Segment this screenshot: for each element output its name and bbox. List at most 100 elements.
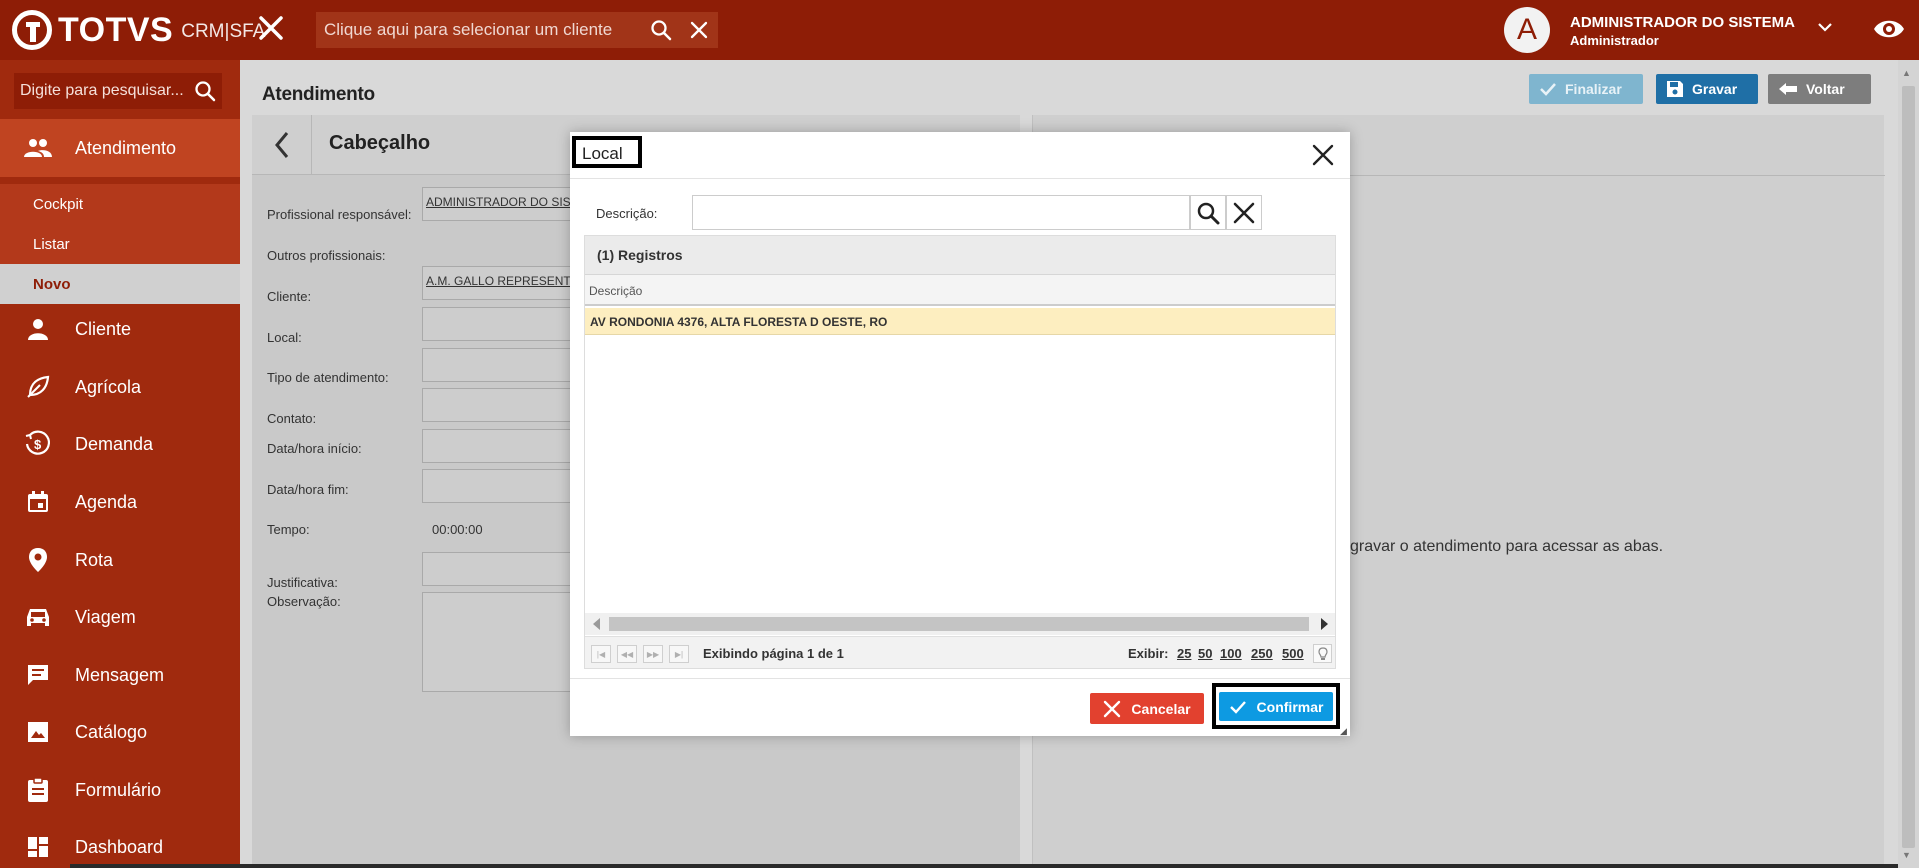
- label-observacao: Observação:: [267, 594, 341, 609]
- lightbulb-icon[interactable]: [1313, 644, 1332, 663]
- user-avatar[interactable]: A: [1504, 7, 1550, 53]
- field-data-inicio[interactable]: [422, 429, 582, 463]
- voltar-label: Voltar: [1806, 81, 1845, 97]
- sidebar-item-rota[interactable]: Rota: [0, 531, 240, 589]
- sidebar-item-label: Atendimento: [75, 137, 177, 158]
- close-icon[interactable]: [1312, 144, 1334, 171]
- car-icon: [24, 606, 52, 628]
- sidebar-item-atendimento[interactable]: Atendimento: [0, 119, 240, 177]
- sidebar-item-mensagem[interactable]: Mensagem: [0, 646, 240, 704]
- column-header-descricao[interactable]: Descrição: [585, 275, 1335, 306]
- dashboard-icon: [24, 835, 52, 859]
- label-data-inicio: Data/hora início:: [267, 441, 362, 456]
- grid-horizontal-scrollbar[interactable]: [585, 613, 1335, 635]
- scroll-up-icon[interactable]: ▲: [1902, 68, 1911, 78]
- page-scrollbar-thumb[interactable]: [1902, 86, 1915, 848]
- sidebar-item-label: Catálogo: [75, 721, 148, 742]
- search-icon[interactable]: [188, 80, 222, 102]
- modal-title: Local: [572, 136, 642, 168]
- back-chevron-icon[interactable]: [252, 115, 312, 175]
- sidebar-item-dashboard[interactable]: Dashboard: [0, 818, 240, 868]
- page-title: Atendimento: [262, 84, 375, 105]
- finalizar-label: Finalizar: [1565, 81, 1622, 97]
- field-data-fim[interactable]: [422, 469, 582, 503]
- pager: |◀ ◀◀ ▶▶ ▶| Exibindo página 1 de 1 Exibi…: [585, 636, 1335, 668]
- first-page-icon[interactable]: |◀: [591, 645, 611, 663]
- last-page-icon[interactable]: ▶|: [669, 645, 689, 663]
- resize-grip-icon[interactable]: ◢: [1340, 726, 1347, 737]
- close-client-icon[interactable]: [258, 14, 284, 44]
- save-first-message: gravar o atendimento para acessar as aba…: [1350, 538, 1664, 555]
- confirm-button[interactable]: Confirmar: [1219, 692, 1333, 721]
- search-icon[interactable]: [642, 12, 680, 48]
- submenu-item-novo[interactable]: Novo: [0, 264, 240, 304]
- sidebar-item-agenda[interactable]: Agenda: [0, 473, 240, 531]
- totvs-logo[interactable]: TOTVS CRM|SFA: [12, 10, 265, 50]
- sidebar-item-viagem[interactable]: Viagem: [0, 588, 240, 646]
- product-name: CRM|SFA: [181, 21, 266, 42]
- field-contato[interactable]: [422, 388, 582, 422]
- person-icon: [24, 318, 52, 340]
- sidebar-search-input[interactable]: [20, 82, 188, 100]
- scroll-left-icon[interactable]: [593, 618, 600, 630]
- sidebar-item-catalogo[interactable]: Catálogo: [0, 703, 240, 761]
- user-role: Administrador: [1570, 33, 1659, 48]
- gravar-button[interactable]: Gravar: [1656, 74, 1758, 104]
- scroll-down-icon[interactable]: ▼: [1902, 850, 1911, 860]
- finalizar-button[interactable]: Finalizar: [1529, 74, 1643, 104]
- field-observacao[interactable]: [422, 592, 582, 692]
- field-cliente[interactable]: A.M. GALLO REPRESENTAÇÕES: [422, 266, 582, 300]
- clear-client-icon[interactable]: [680, 12, 718, 48]
- page-size-25[interactable]: 25: [1177, 646, 1191, 661]
- voltar-button[interactable]: Voltar: [1768, 74, 1871, 104]
- client-selector[interactable]: [316, 12, 718, 48]
- field-tipo-atendimento[interactable]: [422, 348, 582, 382]
- field-local[interactable]: [422, 307, 582, 341]
- chevron-down-icon[interactable]: [1816, 18, 1834, 41]
- sidebar-item-agricola[interactable]: Agrícola: [0, 358, 240, 416]
- label-data-fim: Data/hora fim:: [267, 482, 349, 497]
- field-justificativa[interactable]: [422, 552, 582, 586]
- user-name[interactable]: ADMINISTRADOR DO SISTEMA: [1570, 14, 1795, 31]
- close-icon: [1103, 700, 1121, 718]
- descricao-label: Descrição:: [596, 206, 658, 221]
- atendimento-submenu: Cockpit Listar Novo: [0, 184, 240, 304]
- descricao-input[interactable]: [692, 195, 1190, 230]
- search-button[interactable]: [1190, 195, 1226, 230]
- clear-button[interactable]: [1226, 195, 1262, 230]
- next-page-icon[interactable]: ▶▶: [643, 645, 663, 663]
- leaf-icon: [24, 375, 52, 399]
- scroll-right-icon[interactable]: [1321, 618, 1328, 630]
- modal-footer-divider: [570, 678, 1350, 679]
- cancel-label: Cancelar: [1131, 700, 1191, 717]
- eye-icon[interactable]: [1872, 14, 1906, 49]
- submenu-item-cockpit[interactable]: Cockpit: [0, 184, 240, 224]
- records-count: (1) Registros: [585, 236, 1335, 275]
- confirm-highlight: Confirmar: [1212, 683, 1340, 729]
- label-cliente: Cliente:: [267, 289, 312, 304]
- page-size-50[interactable]: 50: [1198, 646, 1212, 661]
- image-icon: [24, 720, 52, 744]
- page-size-250[interactable]: 250: [1251, 646, 1273, 661]
- bottom-strip: [70, 864, 1898, 868]
- cancel-button[interactable]: Cancelar: [1090, 693, 1204, 724]
- records-grid: (1) Registros Descrição AV RONDONIA 4376…: [584, 235, 1336, 669]
- sidebar-item-demanda[interactable]: $ Demanda: [0, 415, 240, 473]
- page-size-100[interactable]: 100: [1220, 646, 1242, 661]
- totvs-logo-icon: [12, 10, 52, 50]
- label-justificativa: Justificativa:: [267, 575, 338, 590]
- table-row[interactable]: AV RONDONIA 4376, ALTA FLORESTA D OESTE,…: [585, 308, 1335, 335]
- sidebar-search[interactable]: [14, 73, 222, 109]
- label-contato: Contato:: [267, 411, 317, 426]
- local-modal: Local Descrição: (1) Registros Descrição…: [570, 132, 1350, 736]
- client-search-input[interactable]: [324, 20, 642, 40]
- sidebar-item-label: Rota: [75, 549, 114, 570]
- submenu-item-listar[interactable]: Listar: [0, 224, 240, 264]
- sidebar-item-formulario[interactable]: Formulário: [0, 761, 240, 819]
- prev-page-icon[interactable]: ◀◀: [617, 645, 637, 663]
- grid-scrollbar-thumb[interactable]: [609, 617, 1309, 631]
- page-size-500[interactable]: 500: [1282, 646, 1304, 661]
- field-profissional[interactable]: ADMINISTRADOR DO SISTEMA: [422, 187, 582, 221]
- sidebar-item-cliente[interactable]: Cliente: [0, 300, 240, 358]
- label-local: Local:: [267, 330, 302, 345]
